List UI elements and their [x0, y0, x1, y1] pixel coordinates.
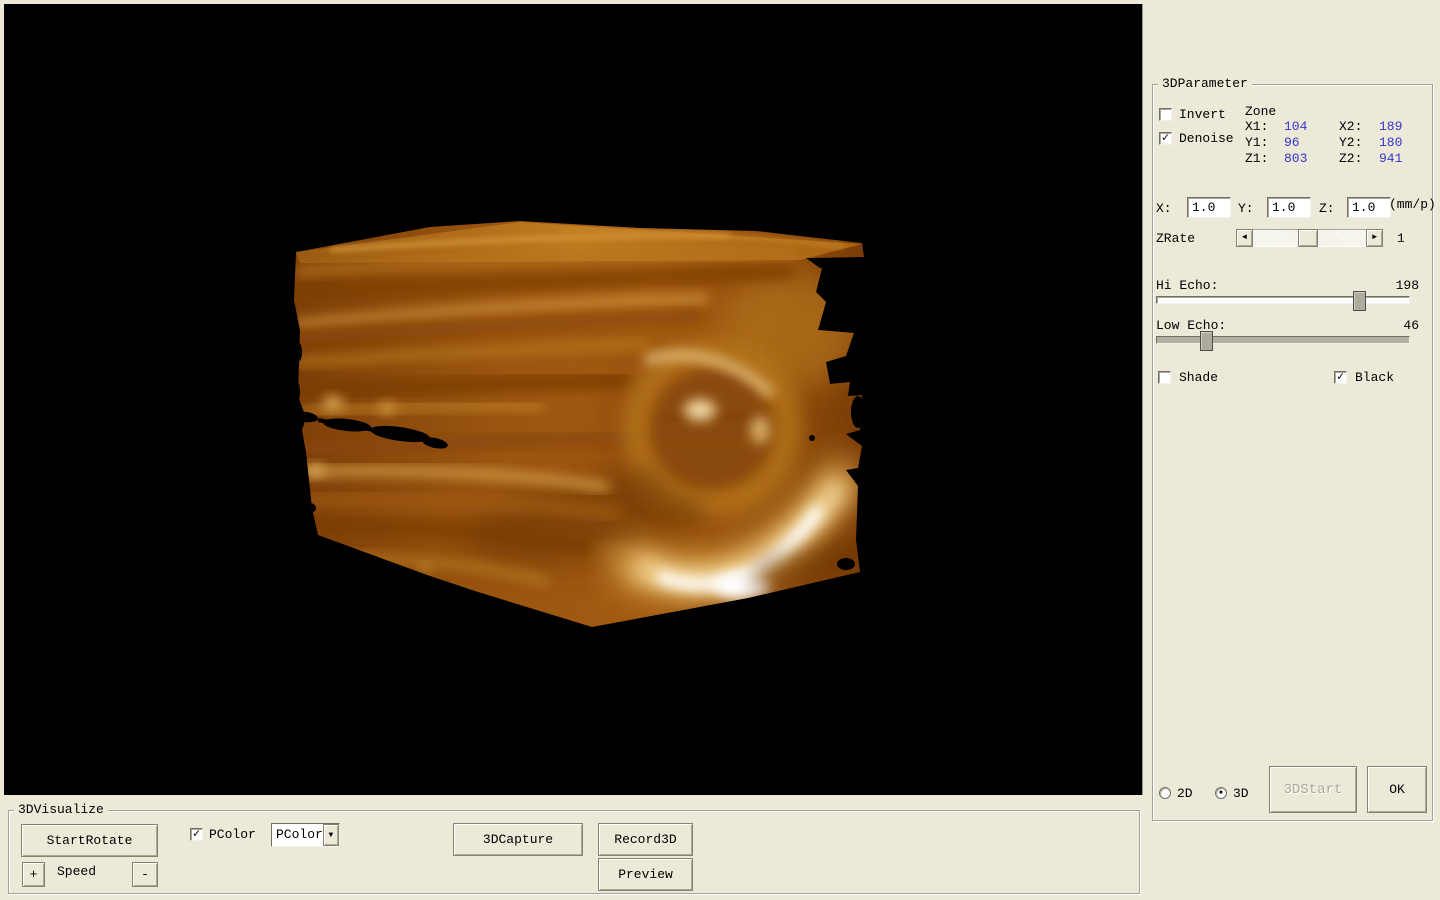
scale-x-input[interactable] — [1187, 197, 1231, 218]
scale-z-label: Z: — [1319, 201, 1335, 216]
scale-x-label: X: — [1156, 201, 1172, 216]
zrate-scrollbar[interactable]: ◄ ► — [1236, 229, 1383, 247]
zone-z1-value: 803 — [1284, 151, 1307, 166]
zone-y1-value: 96 — [1284, 135, 1300, 150]
zrate-value: 1 — [1397, 231, 1405, 246]
zrate-scroll-left-button[interactable]: ◄ — [1236, 229, 1253, 247]
scale-y-label: Y: — [1238, 201, 1254, 216]
mode-2d-radio[interactable] — [1159, 787, 1171, 799]
invert-label: Invert — [1179, 107, 1226, 122]
shade-checkbox[interactable] — [1158, 371, 1171, 384]
zone-y1-label: Y1: — [1245, 135, 1268, 150]
zrate-scroll-right-button[interactable]: ► — [1366, 229, 1383, 247]
scale-z-input[interactable] — [1347, 197, 1391, 218]
viewport-3d[interactable] — [4, 4, 1143, 795]
mode-3d-radio[interactable]: ● — [1215, 787, 1227, 799]
speed-minus-button[interactable]: - — [132, 862, 158, 887]
parameter-groupbox: 3DParameter Invert ✓ Denoise Zone X1: 10… — [1152, 84, 1433, 821]
invert-checkbox[interactable] — [1159, 108, 1172, 121]
radio-dot-icon: ● — [1219, 790, 1223, 797]
denoise-label: Denoise — [1179, 131, 1234, 146]
hi-echo-slider-thumb[interactable] — [1353, 291, 1366, 311]
speed-label: Speed — [57, 864, 96, 879]
zone-x2-label: X2: — [1339, 119, 1362, 134]
zone-y2-label: Y2: — [1339, 135, 1362, 150]
zone-y2-value: 180 — [1379, 135, 1402, 150]
scale-y-input[interactable] — [1267, 197, 1311, 218]
scroll-right-icon: ► — [1372, 234, 1377, 242]
low-echo-slider-track[interactable] — [1156, 336, 1410, 344]
checkmark-icon: ✓ — [1162, 130, 1169, 145]
low-echo-label: Low Echo: — [1156, 318, 1226, 333]
black-checkbox[interactable]: ✓ — [1334, 371, 1347, 384]
mode-3d-label: 3D — [1233, 786, 1249, 801]
black-label: Black — [1355, 370, 1394, 385]
denoise-checkbox[interactable]: ✓ — [1159, 132, 1172, 145]
volume-render — [4, 4, 1143, 795]
zone-x1-label: X1: — [1245, 119, 1268, 134]
pcolor-label: PColor — [209, 827, 256, 842]
right-panel: 3DParameter Invert ✓ Denoise Zone X1: 10… — [1146, 0, 1440, 900]
visualize-groupbox: 3DVisualize StartRotate ✓ PColor PColor … — [8, 810, 1140, 894]
checkmark-icon: ✓ — [193, 826, 200, 841]
scale-unit-label: (mm/p) — [1389, 197, 1436, 212]
zone-z2-value: 941 — [1379, 151, 1402, 166]
scroll-left-icon: ◄ — [1242, 234, 1247, 242]
3dstart-button[interactable]: 3DStart — [1269, 766, 1357, 813]
zrate-scroll-thumb[interactable] — [1298, 229, 1318, 247]
hi-echo-label: Hi Echo: — [1156, 278, 1218, 293]
zone-title: Zone — [1245, 104, 1276, 119]
pcolor-dropdown-value: PColor — [272, 824, 323, 846]
low-echo-value: 46 — [1379, 318, 1419, 333]
shade-label: Shade — [1179, 370, 1218, 385]
ok-button[interactable]: OK — [1367, 766, 1427, 813]
start-rotate-button[interactable]: StartRotate — [21, 824, 158, 857]
preview-button[interactable]: Preview — [598, 858, 693, 891]
zone-x2-value: 189 — [1379, 119, 1402, 134]
zone-z2-label: Z2: — [1339, 151, 1362, 166]
zone-z1-label: Z1: — [1245, 151, 1268, 166]
zrate-label: ZRate — [1156, 231, 1195, 246]
dropdown-arrow-icon[interactable]: ▼ — [323, 824, 339, 846]
record3d-button[interactable]: Record3D — [598, 823, 693, 856]
hi-echo-value: 198 — [1379, 278, 1419, 293]
parameter-group-title: 3DParameter — [1158, 76, 1252, 92]
zone-x1-value: 104 — [1284, 119, 1307, 134]
pcolor-dropdown[interactable]: PColor ▼ — [271, 823, 340, 847]
3dcapture-button[interactable]: 3DCapture — [453, 823, 583, 856]
low-echo-slider-thumb[interactable] — [1200, 331, 1213, 351]
hi-echo-slider-track[interactable] — [1156, 296, 1410, 304]
speed-plus-button[interactable]: + — [22, 862, 45, 887]
mode-2d-label: 2D — [1177, 786, 1193, 801]
pcolor-checkbox[interactable]: ✓ — [190, 828, 203, 841]
visualize-group-title: 3DVisualize — [14, 802, 108, 818]
checkmark-icon: ✓ — [1337, 369, 1344, 384]
